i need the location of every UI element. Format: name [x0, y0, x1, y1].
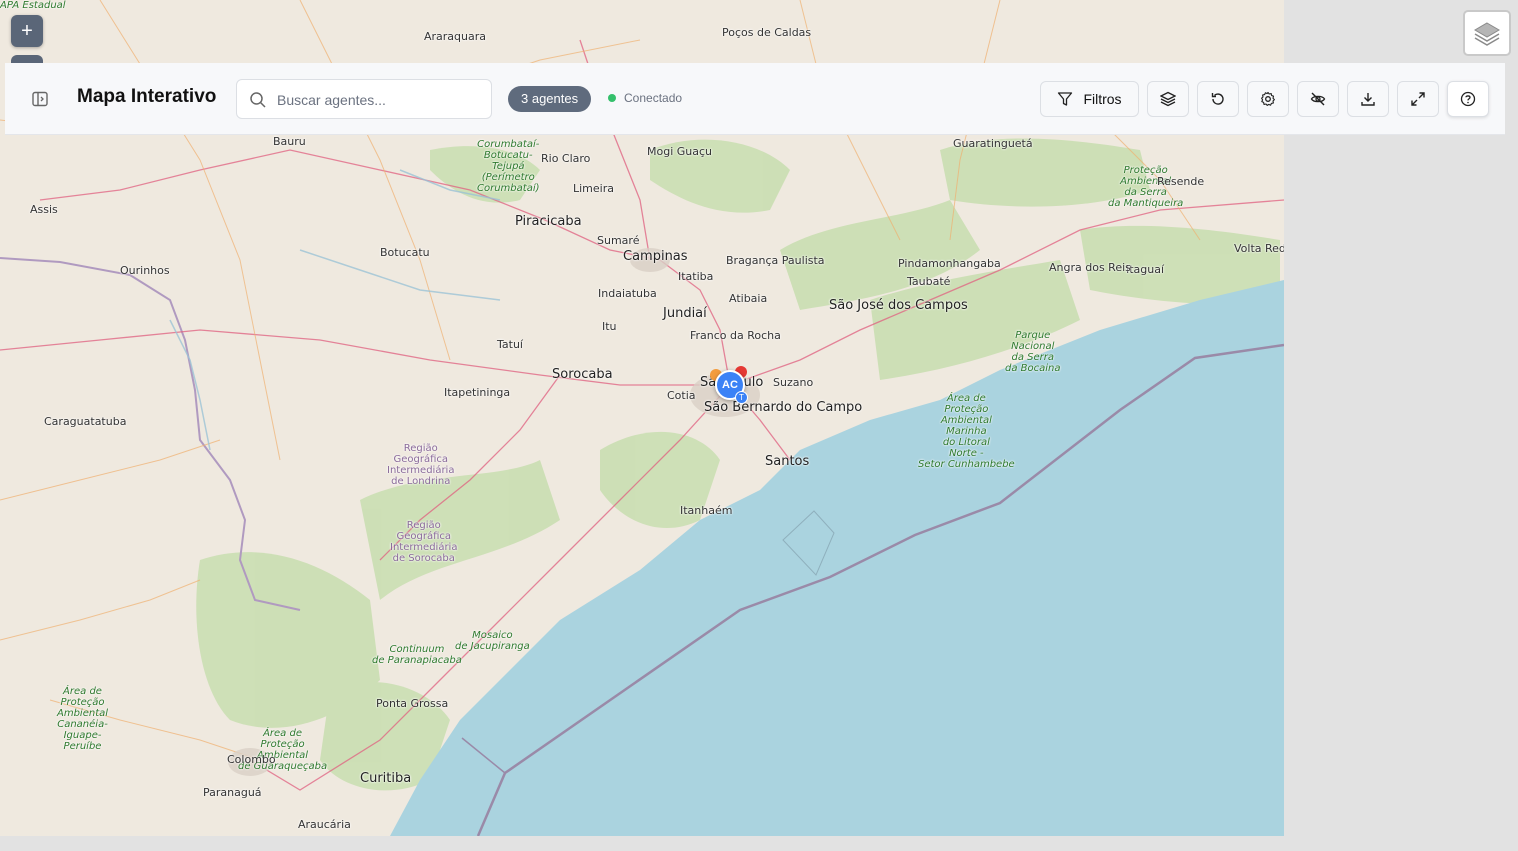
map-place-label: Taubaté	[907, 275, 951, 288]
map-place-label: Guaratinguetá	[953, 137, 1033, 150]
map-place-label: Paranaguá	[203, 786, 262, 799]
map-layers-control[interactable]	[1463, 10, 1511, 56]
map-place-label: Campinas	[623, 249, 688, 264]
map-place-label: Itaguaí	[1126, 263, 1165, 276]
top-toolbar: Mapa Interativo 3 agentes Conectado Filt…	[5, 63, 1505, 135]
map-place-label: Continuum de Paranapiacaba	[372, 644, 462, 666]
download-button[interactable]	[1347, 81, 1389, 117]
status-dot	[608, 94, 616, 102]
layers-stack-icon	[1474, 22, 1500, 46]
map-place-label: Limeira	[573, 182, 614, 195]
help-icon	[1460, 91, 1476, 107]
map-place-label: Rio Claro	[541, 152, 591, 165]
page-title: Mapa Interativo	[77, 86, 217, 107]
filters-label: Filtros	[1083, 91, 1122, 107]
map-place-label: Itapetininga	[444, 386, 511, 399]
map-place-label: Botucatu	[380, 246, 430, 259]
map-place-label: Indaiatuba	[598, 287, 657, 300]
map-bottom-strip	[0, 836, 1284, 851]
map-place-label: Suzano	[773, 376, 814, 389]
zoom-in-button[interactable]: +	[11, 15, 43, 47]
connection-status: Conectado	[608, 91, 682, 105]
fullscreen-button[interactable]	[1397, 81, 1439, 117]
map-place-label: Itanhaém	[680, 504, 733, 517]
search-icon	[250, 92, 266, 108]
agent-marker-sub-label: T	[739, 393, 744, 402]
settings-icon	[1261, 91, 1275, 106]
map-place-label: Área de Proteção Ambiental Cananéia- Igu…	[57, 686, 109, 752]
visibility-toggle-button[interactable]	[1297, 81, 1339, 117]
filter-icon	[1058, 92, 1073, 106]
map-place-label: Corumbataí- Botucatu- Tejupá (Perímetro …	[477, 139, 540, 194]
map-place-label: Resende	[1157, 175, 1205, 188]
map-place-label: Franco da Rocha	[690, 329, 781, 342]
map-place-label: Região Geográfica Intermediária de Soroc…	[390, 520, 458, 564]
search-input[interactable]	[277, 89, 477, 111]
map-place-label: Cotia	[667, 389, 696, 402]
map-place-label: Curitiba	[360, 771, 412, 786]
map-place-label: Ourinhos	[120, 264, 170, 277]
map-place-label: Piracicaba	[515, 214, 582, 229]
app-root: Araraquara Poços de Caldas Bauru Corumbataí…	[0, 0, 1518, 851]
map-place-label: Bragança Paulista	[726, 254, 825, 267]
map-place-label: Volta Redonda	[1234, 242, 1284, 255]
map-place-label: Mosaico de Jacupiranga	[455, 630, 530, 652]
search-box[interactable]	[236, 79, 492, 119]
help-button[interactable]	[1447, 81, 1489, 117]
refresh-button[interactable]	[1197, 81, 1239, 117]
map-place-label: Região Geográfica Intermediária de Londr…	[387, 443, 455, 487]
map-place-label: Parque Nacional da Serra da Bocaina	[1005, 330, 1061, 374]
map-place-label: Colombo	[227, 753, 276, 766]
agent-marker-subbadge: T	[735, 391, 748, 404]
map-place-label: Jundiaí	[663, 306, 707, 321]
map-place-label: Sorocaba	[552, 367, 613, 382]
map-place-label: Araraquara	[424, 30, 487, 43]
map-place-label: Atibaia	[729, 292, 768, 305]
agents-count-badge: 3 agentes	[508, 86, 592, 112]
status-text: Conectado	[624, 91, 683, 105]
map-place-label: Itatiba	[678, 270, 714, 283]
map-place-label: São Bernardo do Campo	[704, 400, 863, 415]
map-place-label: Araucária	[298, 818, 351, 831]
layers-button[interactable]	[1147, 81, 1189, 117]
map-place-label: São José dos Campos	[829, 298, 968, 313]
filters-button[interactable]: Filtros	[1040, 81, 1139, 117]
sidebar-toggle-icon[interactable]	[31, 90, 49, 108]
map-place-label: Pindamonhangaba	[898, 257, 1001, 270]
map-place-label: APA Estadual	[0, 0, 66, 11]
settings-button[interactable]	[1247, 81, 1289, 117]
map-place-label: Poços de Caldas	[722, 26, 812, 39]
map-place-label: Sumaré	[597, 234, 640, 247]
map-place-label: Mogi Guaçu	[647, 145, 713, 158]
map-place-label: Área de Proteção Ambiental Marinha do Li…	[918, 393, 1015, 470]
map-place-label: Bauru	[273, 135, 306, 148]
fullscreen-icon	[1411, 92, 1425, 106]
map-place-label: Assis	[30, 203, 58, 216]
refresh-icon	[1211, 93, 1224, 105]
layers-icon	[1160, 91, 1176, 107]
map-place-label: Itu	[602, 320, 617, 333]
agent-marker-initials: AC	[722, 379, 738, 391]
map-place-label: Tatuí	[497, 338, 523, 351]
download-icon	[1361, 93, 1375, 106]
map-place-label: Ponta Grossa	[376, 697, 449, 710]
map-place-label: Santos	[765, 454, 810, 469]
zoom-in-label: +	[21, 19, 33, 42]
eye-off-icon	[1310, 92, 1326, 106]
map-place-label: Caraguatatuba	[44, 415, 127, 428]
map-place-label: Angra dos Reis	[1049, 261, 1131, 274]
